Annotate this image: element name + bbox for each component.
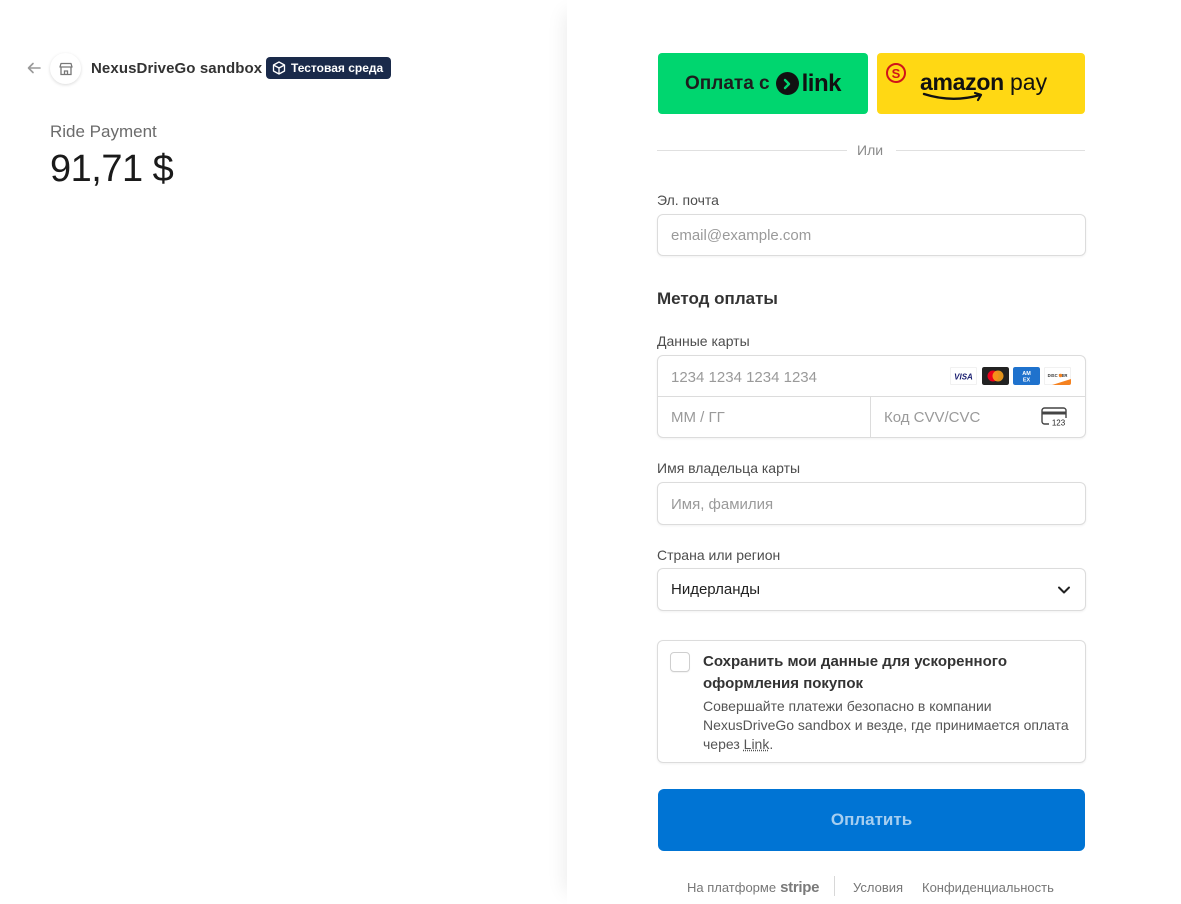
payment-form-pane xyxy=(567,0,1181,904)
link-arrow-icon xyxy=(775,72,799,95)
divider-line-left xyxy=(657,150,847,151)
powered-by-label: На платформе xyxy=(687,880,777,895)
chevron-down-icon xyxy=(1058,586,1070,594)
amazon-smile-icon xyxy=(922,91,983,102)
country-select[interactable]: Нидерланды xyxy=(657,568,1086,611)
country-value: Нидерланды xyxy=(671,581,761,598)
link-pay-button[interactable]: Оплата с link xyxy=(658,53,868,114)
amazon-s-badge-icon: S xyxy=(886,63,906,83)
test-badge-label: Тестовая среда xyxy=(291,61,384,75)
store-icon[interactable] xyxy=(50,53,81,84)
mastercard-icon xyxy=(982,367,1009,385)
card-details-label: Данные карты xyxy=(657,333,750,349)
cardholder-placeholder: Имя, фамилия xyxy=(671,496,774,513)
footer-separator xyxy=(834,876,835,896)
stripe-logo: stripe xyxy=(780,879,820,896)
divider-line-right xyxy=(896,150,1085,151)
link-info-link[interactable]: Link xyxy=(744,736,770,752)
back-arrow-icon[interactable] xyxy=(24,58,44,78)
card-number-placeholder: 1234 1234 1234 1234 xyxy=(671,369,817,386)
powered-by-stripe[interactable]: На платформе stripe xyxy=(687,879,819,896)
privacy-link[interactable]: Конфиденциальность xyxy=(922,880,1054,895)
discover-icon: DISC VER xyxy=(1044,367,1071,385)
save-info-box: Сохранить мои данные для ускоренного офо… xyxy=(657,640,1086,763)
card-details-group: 1234 1234 1234 1234 VISA AM EX DISC VER М… xyxy=(657,355,1086,438)
box-icon xyxy=(272,61,286,75)
order-summary-pane: NexusDriveGo sandbox Тестовая среда Ride… xyxy=(0,0,567,904)
pay-submit-button[interactable]: Оплатить xyxy=(658,789,1085,851)
amazon-pay-word: pay xyxy=(1010,69,1048,95)
save-info-description: Совершайте платежи безопасно в компании … xyxy=(703,697,1073,754)
cardholder-label: Имя владельца карты xyxy=(657,460,801,476)
cvc-card-icon: 123 xyxy=(1041,407,1068,428)
svg-text:DISC VER: DISC VER xyxy=(1048,373,1068,378)
svg-text:VISA: VISA xyxy=(954,373,973,382)
cvc-icon-text: 123 xyxy=(1052,419,1066,428)
pay-submit-label: Оплатить xyxy=(830,810,913,829)
cardholder-name-field[interactable]: Имя, фамилия xyxy=(657,482,1086,525)
product-name: Ride Payment xyxy=(50,122,157,141)
svg-text:AM: AM xyxy=(1022,371,1031,377)
test-mode-badge: Тестовая среда xyxy=(266,57,392,79)
svg-text:EX: EX xyxy=(1023,378,1031,384)
amazon-pay-button[interactable]: S amazon pay xyxy=(877,53,1085,114)
card-expiry-input[interactable]: ММ / ГГ xyxy=(658,397,870,438)
amex-icon: AMEX xyxy=(1013,367,1040,385)
card-number-input[interactable]: 1234 1234 1234 1234 VISA AM EX DISC VER xyxy=(658,356,1085,396)
save-info-checkbox[interactable] xyxy=(670,652,690,672)
country-label: Страна или регион xyxy=(657,547,781,563)
merchant-name[interactable]: NexusDriveGo sandbox xyxy=(91,60,262,77)
email-label: Эл. почта xyxy=(657,192,719,208)
email-placeholder: email@example.com xyxy=(671,227,812,244)
save-info-title: Сохранить мои данные для ускоренного офо… xyxy=(703,653,1007,692)
link-pay-label: Оплата с xyxy=(685,72,770,94)
link-logo: link xyxy=(775,69,842,98)
payment-method-title: Метод оплаты xyxy=(657,289,778,308)
visa-icon: VISA xyxy=(950,367,977,385)
terms-link[interactable]: Условия xyxy=(853,880,903,895)
cvc-placeholder: Код CVV/CVC xyxy=(884,409,981,426)
or-divider-label: Или xyxy=(857,142,884,158)
card-cvc-input[interactable]: Код CVV/CVC 123 xyxy=(871,397,1085,438)
total-amount: 91,71 $ xyxy=(50,148,174,190)
link-wordmark: link xyxy=(801,69,842,97)
email-field[interactable]: email@example.com xyxy=(657,214,1086,256)
save-desc-end: . xyxy=(769,736,774,752)
expiry-placeholder: ММ / ГГ xyxy=(671,409,725,426)
